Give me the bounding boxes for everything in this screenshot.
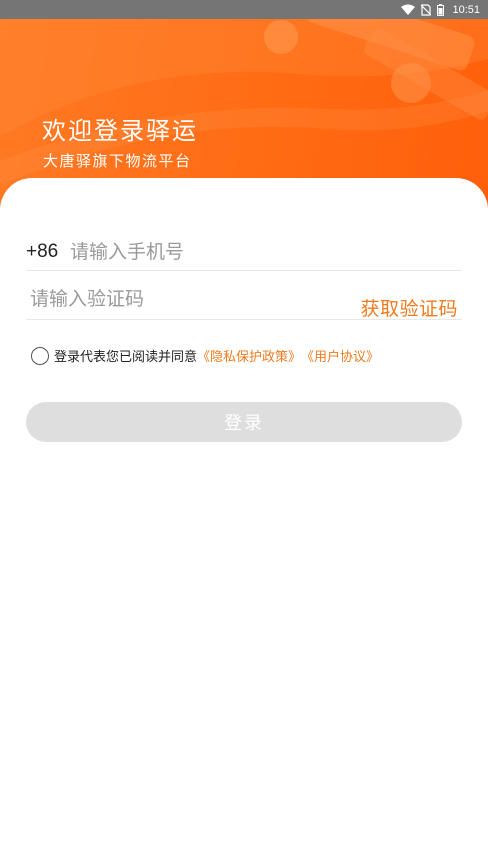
- welcome-subtitle: 大唐驿旗下物流平台: [43, 152, 192, 170]
- user-agreement-link[interactable]: 《用户协议》: [301, 346, 379, 365]
- verification-code-row: 获取验证码: [26, 282, 462, 320]
- login-button[interactable]: 登录: [26, 402, 462, 442]
- privacy-policy-link[interactable]: 《隐私保护政策》: [197, 346, 301, 365]
- agreement-row: 登录代表您已阅读并同意 《隐私保护政策》 《用户协议》: [31, 343, 379, 367]
- no-sim-icon: [421, 3, 432, 16]
- phone-row: +86: [26, 233, 462, 271]
- agreement-text: 登录代表您已阅读并同意: [54, 349, 198, 365]
- verification-code-input[interactable]: [30, 282, 330, 316]
- agree-radio[interactable]: [31, 347, 49, 365]
- battery-icon: [437, 3, 445, 16]
- get-code-button[interactable]: 获取验证码: [360, 294, 458, 321]
- status-time: 10:51: [452, 3, 480, 16]
- welcome-title: 欢迎登录驿运: [42, 117, 198, 145]
- status-bar: 10:51: [0, 0, 488, 19]
- phone-input[interactable]: [70, 234, 462, 269]
- wifi-icon: [401, 4, 416, 15]
- country-code: +86: [26, 240, 59, 262]
